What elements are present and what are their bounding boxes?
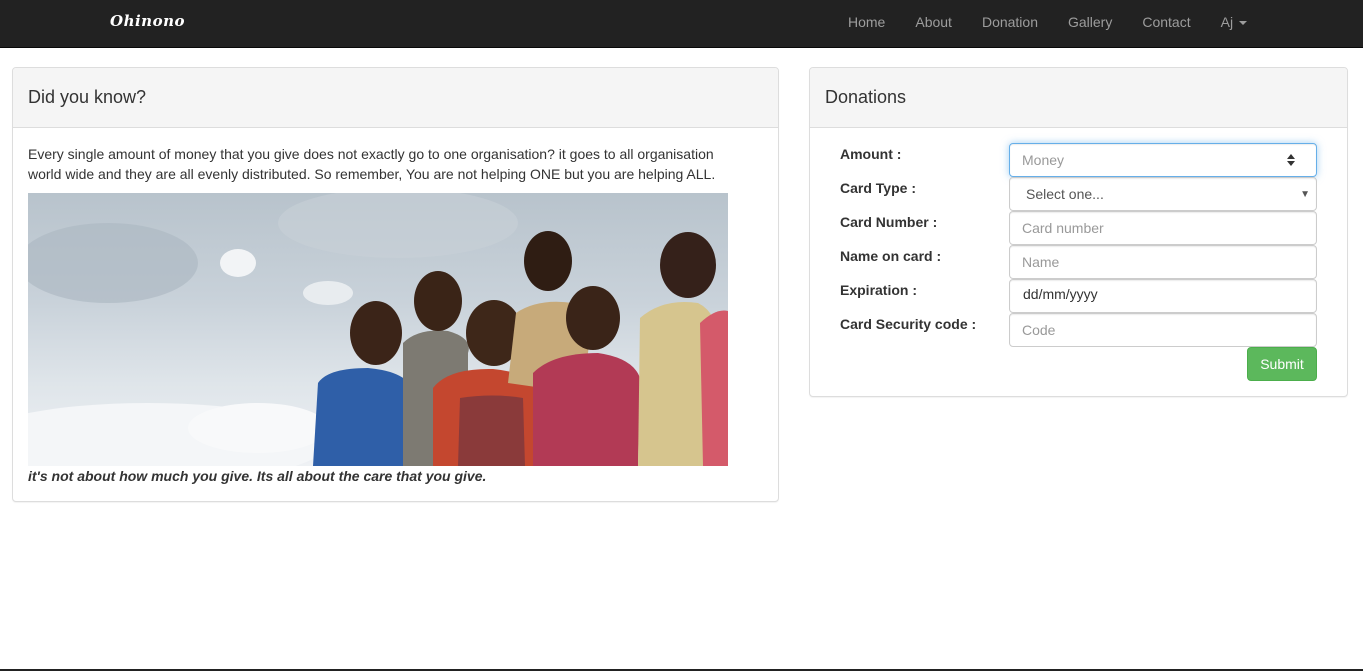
amount-spinner-icon[interactable] (1287, 154, 1295, 168)
nav-link-home[interactable]: Home (833, 0, 900, 47)
info-panel: Did you know? Every single amount of mon… (12, 67, 779, 502)
info-panel-quote: it's not about how much you give. Its al… (28, 468, 487, 484)
card-type-selected: Select one... (1026, 186, 1104, 202)
card-number-input[interactable] (1009, 211, 1317, 245)
submit-button[interactable]: Submit (1247, 347, 1317, 381)
donation-panel-heading: Donations (810, 68, 1347, 128)
dropdown-arrow-icon: ▼ (1300, 189, 1310, 200)
user-menu-label: Aj (1220, 14, 1234, 30)
info-panel-title: Did you know? (28, 87, 147, 107)
children-photo (28, 193, 728, 466)
expiration-date-value: dd/mm/yyyy (1023, 286, 1098, 302)
donation-panel-title: Donations (825, 87, 907, 107)
security-code-input[interactable] (1009, 313, 1317, 347)
expiration-date-input[interactable]: dd/mm/yyyy (1009, 279, 1317, 313)
amount-input[interactable] (1009, 143, 1317, 177)
caret-down-icon (1239, 21, 1248, 26)
info-panel-text: Every single amount of money that you gi… (28, 146, 716, 182)
card-number-label: Card Number : (840, 214, 938, 230)
user-menu-dropdown[interactable]: Aj (1206, 0, 1262, 47)
children-photo-illustration (28, 193, 728, 466)
top-navbar: Ohinono Home About Donation Gallery Cont… (0, 0, 1363, 48)
card-type-select[interactable]: Select one... ▼ (1009, 177, 1317, 211)
brand-logo[interactable]: Ohinono (110, 12, 185, 30)
nav-link-donation[interactable]: Donation (967, 0, 1053, 47)
card-type-label: Card Type : (840, 180, 916, 196)
nav-links: Home About Donation Gallery Contact Aj (833, 0, 1262, 47)
amount-label: Amount : (840, 146, 902, 162)
nav-link-about[interactable]: About (900, 0, 967, 47)
nav-link-contact[interactable]: Contact (1127, 0, 1205, 47)
name-on-card-input[interactable] (1009, 245, 1317, 279)
nav-link-gallery[interactable]: Gallery (1053, 0, 1127, 47)
info-panel-heading: Did you know? (13, 68, 778, 128)
name-on-card-label: Name on card : (840, 248, 942, 264)
expiration-label: Expiration : (840, 282, 918, 298)
donation-panel: Donations Amount : Card Type : Select on… (809, 67, 1348, 397)
security-code-label: Card Security code : (840, 316, 977, 332)
